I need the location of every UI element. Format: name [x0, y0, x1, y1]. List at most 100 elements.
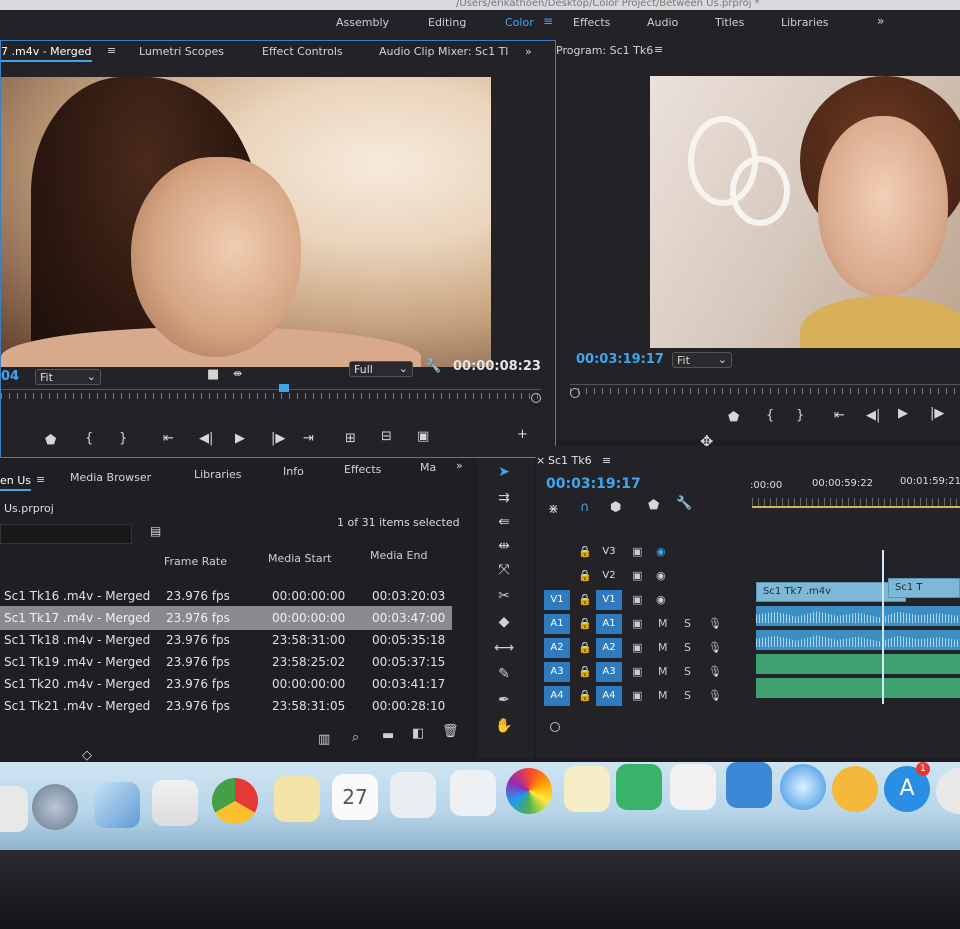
add-marker-icon[interactable]: ⬟ [728, 410, 739, 425]
project-item-row[interactable]: Sc1 Tk19 .m4v - Merged 23.976 fps 23:58:25… [0, 650, 452, 674]
go-to-in-icon[interactable]: ⇤ [834, 408, 845, 423]
voice-over-mic-icon[interactable]: 🎙 [708, 617, 722, 630]
trash-icon[interactable]: 🗑 [442, 724, 459, 739]
add-button-icon[interactable]: + [517, 427, 528, 442]
workspace-audio[interactable]: Audio [647, 16, 678, 29]
find-search-icon[interactable]: ⌕ [352, 730, 359, 745]
audio-track-target[interactable]: A1 [596, 614, 622, 634]
stickies-icon[interactable] [564, 766, 610, 812]
program-menu-icon[interactable]: ≡ [654, 43, 663, 56]
project-search-input[interactable] [0, 524, 132, 544]
ripple-edit-tool-icon[interactable]: ⇚ [494, 514, 514, 530]
messages-icon[interactable] [390, 772, 436, 818]
program-title[interactable]: Program: Sc1 Tk6 [556, 44, 653, 57]
source-patch-button[interactable]: A3 [544, 662, 570, 682]
sync-lock-icon[interactable]: ▣ [632, 617, 642, 630]
audio-clip-a3[interactable] [756, 654, 960, 674]
keynote-icon[interactable] [726, 762, 772, 808]
hand-tool-icon[interactable]: ✋ [494, 718, 514, 734]
workspace-menu-icon[interactable]: ≡ [543, 14, 553, 28]
notes-icon[interactable] [274, 776, 320, 822]
source-scrub-bar[interactable] [1, 384, 541, 403]
marker-icon[interactable]: ⬟ [648, 498, 659, 513]
new-bin-folder-icon[interactable]: ▤ [150, 524, 161, 538]
voice-over-mic-icon[interactable]: 🎙 [708, 689, 722, 702]
project-item-row[interactable]: Sc1 Tk17 .m4v - Merged 23.976 fps 00:00:00… [0, 606, 452, 630]
new-item-icon[interactable]: ◧ [412, 726, 424, 741]
source-patch-button[interactable]: A2 [544, 638, 570, 658]
step-back-icon[interactable]: ◀| [199, 431, 213, 446]
workspace-libraries[interactable]: Libraries [781, 16, 829, 29]
step-forward-icon[interactable]: |▶ [930, 406, 944, 421]
sync-lock-icon[interactable]: ▣ [632, 569, 642, 582]
project-item-row[interactable]: Sc1 Tk21 .m4v - Merged 23.976 fps 23:58:31… [0, 694, 452, 718]
chrome-browser-icon[interactable] [212, 778, 258, 824]
video-clip[interactable]: Sc1 T [888, 578, 960, 598]
source-scrub-end-handle[interactable] [531, 393, 541, 403]
stop-square-icon[interactable]: ■ [207, 367, 219, 382]
solo-button[interactable]: S [684, 641, 691, 654]
mute-button[interactable]: M [658, 617, 668, 630]
toggle-output-eye-icon[interactable]: ◉ [656, 593, 666, 606]
ibooks-icon[interactable] [832, 766, 878, 812]
workspace-color[interactable]: Color [505, 16, 534, 29]
source-patch-button[interactable]: A1 [544, 614, 570, 634]
source-playhead[interactable] [279, 384, 289, 392]
source-zoom-select[interactable]: Fit ⌄ [35, 369, 101, 385]
preview-photos-icon[interactable] [670, 764, 716, 810]
tab-project[interactable]: en Us [0, 474, 32, 491]
sequence-menu-icon[interactable]: ≡ [602, 454, 611, 467]
sync-lock-icon[interactable]: ▣ [632, 545, 642, 558]
sync-lock-icon[interactable]: ▣ [632, 593, 642, 606]
video-track-target[interactable]: V1 [596, 590, 622, 610]
audio-clip-a1[interactable] [756, 606, 960, 626]
tabs-overflow-icon[interactable]: » [525, 45, 532, 58]
mark-out-icon[interactable]: } [796, 408, 804, 423]
finder-icon[interactable] [0, 786, 28, 832]
sync-lock-icon[interactable]: ▣ [632, 689, 642, 702]
source-resolution-select[interactable]: Full ⌄ [349, 361, 413, 377]
tab-info[interactable]: Info [283, 465, 304, 478]
rolling-edit-tool-icon[interactable]: ⇹ [494, 538, 514, 554]
sync-lock-icon[interactable]: ▣ [632, 641, 642, 654]
razor-tool-icon[interactable]: ✂ [494, 588, 514, 604]
tabs-overflow-icon[interactable]: » [456, 459, 463, 472]
close-icon[interactable]: × [536, 454, 545, 467]
audio-track-target[interactable]: A3 [596, 662, 622, 682]
workspace-effects[interactable]: Effects [573, 16, 610, 29]
workspace-overflow-icon[interactable]: » [877, 14, 884, 28]
timeline-zoom-handle[interactable] [550, 722, 560, 732]
play-icon[interactable]: ▶ [898, 406, 908, 421]
tab-effect-controls[interactable]: Effect Controls [262, 45, 343, 58]
pen-tool-icon[interactable]: ✎ [494, 666, 514, 682]
facetime-icon[interactable] [616, 764, 662, 810]
timeline-playhead[interactable] [882, 550, 884, 704]
zoom-slider-handle-icon[interactable]: ◇ [82, 748, 92, 763]
lock-icon[interactable]: 🔒 [578, 689, 592, 702]
mute-button[interactable]: M [658, 641, 668, 654]
safari-compass-icon[interactable] [780, 764, 826, 810]
slide-tool-icon[interactable]: ⟷ [494, 640, 514, 656]
rate-stretch-tool-icon[interactable]: ⤧ [494, 562, 514, 578]
toggle-output-eye-icon[interactable]: ◉ [656, 569, 666, 582]
column-media-end[interactable]: Media End [370, 549, 427, 562]
go-to-out-icon[interactable]: ⇥ [303, 431, 314, 446]
wrench-icon[interactable]: 🔧 [425, 359, 441, 374]
mark-in-icon[interactable]: { [766, 408, 774, 423]
lock-icon[interactable]: 🔒 [578, 665, 592, 678]
timeline-settings-wrench-icon[interactable]: 🔧 [676, 496, 692, 511]
new-bin-icon[interactable]: ▬ [382, 728, 394, 743]
add-marker-icon[interactable]: ⬟ [45, 433, 56, 448]
audio-clip-a4[interactable] [756, 678, 960, 698]
step-forward-icon[interactable]: |▶ [271, 431, 285, 446]
preview-icon[interactable] [450, 770, 496, 816]
toggle-output-eye-icon[interactable]: ◉ [656, 545, 666, 558]
tab-libraries[interactable]: Libraries [194, 468, 242, 481]
solo-button[interactable]: S [684, 689, 691, 702]
project-item-row[interactable]: Sc1 Tk20 .m4v - Merged 23.976 fps 00:00:00… [0, 672, 452, 696]
mark-out-icon[interactable]: } [119, 431, 127, 446]
tab-sequence[interactable]: Sc1 Tk6 [548, 454, 592, 467]
lock-icon[interactable]: 🔒 [578, 593, 592, 606]
insert-icon[interactable]: ⊞ [345, 431, 356, 446]
tab-media-browser[interactable]: Media Browser [70, 471, 151, 484]
